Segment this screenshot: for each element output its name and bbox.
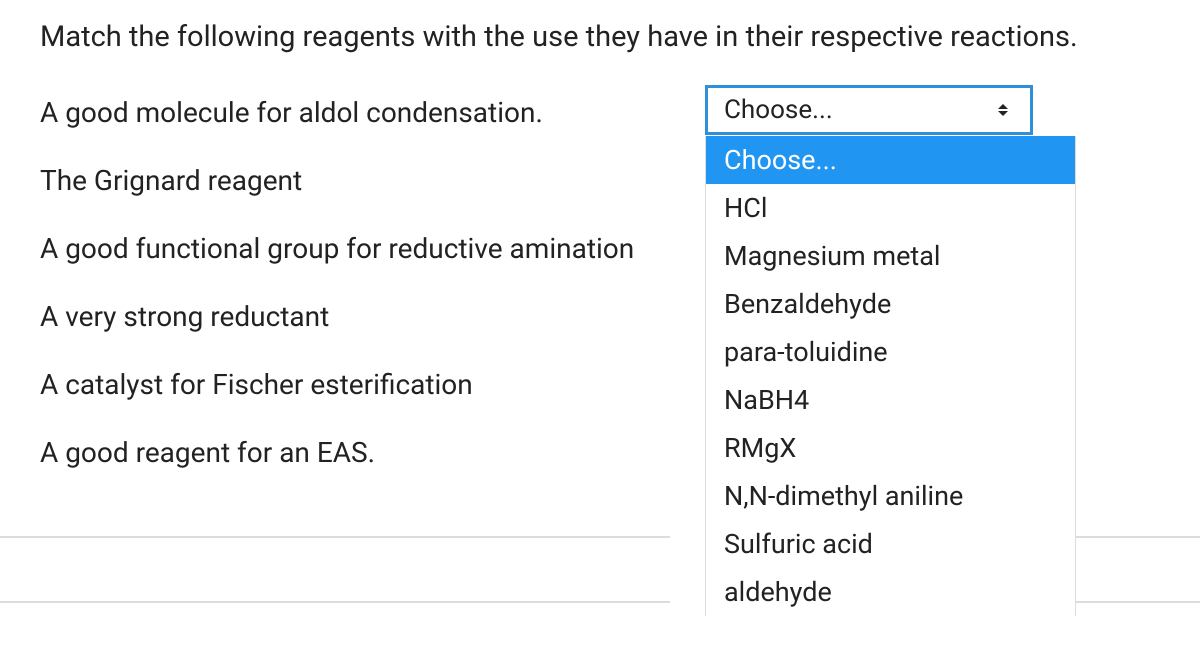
dropdown-option[interactable]: NaBH4 xyxy=(706,376,1075,424)
match-prompt: A good functional group for reductive am… xyxy=(40,232,650,265)
dropdown-option[interactable]: Choose... xyxy=(706,136,1075,184)
dropdown-list[interactable]: Choose... HCl Magnesium metal Benzaldehy… xyxy=(705,136,1076,616)
match-prompt: A good reagent for an EAS. xyxy=(40,436,650,469)
divider xyxy=(0,601,670,603)
divider xyxy=(0,536,670,538)
dropdown-option[interactable]: aldehyde xyxy=(706,568,1075,616)
dropdown-option[interactable]: Sulfuric acid xyxy=(706,520,1075,568)
select-placeholder: Choose... xyxy=(724,95,833,125)
match-prompt: A good molecule for aldol condensation. xyxy=(40,96,650,129)
select-dropdown[interactable]: Choose... xyxy=(705,85,1033,135)
dropdown-caret-icon xyxy=(996,103,1010,117)
dropdown-option[interactable]: N,N-dimethyl aniline xyxy=(706,472,1075,520)
dropdown-option[interactable]: Benzaldehyde xyxy=(706,280,1075,328)
dropdown-option[interactable]: HCl xyxy=(706,184,1075,232)
match-prompt: The Grignard reagent xyxy=(40,164,650,197)
question-instruction: Match the following reagents with the us… xyxy=(40,20,1200,54)
dropdown-option[interactable]: para-toluidine xyxy=(706,328,1075,376)
dropdown-option[interactable]: RMgX xyxy=(706,424,1075,472)
dropdown-option[interactable]: Magnesium metal xyxy=(706,232,1075,280)
match-prompt: A catalyst for Fischer esterification xyxy=(40,368,650,401)
match-prompt: A very strong reductant xyxy=(40,300,650,333)
